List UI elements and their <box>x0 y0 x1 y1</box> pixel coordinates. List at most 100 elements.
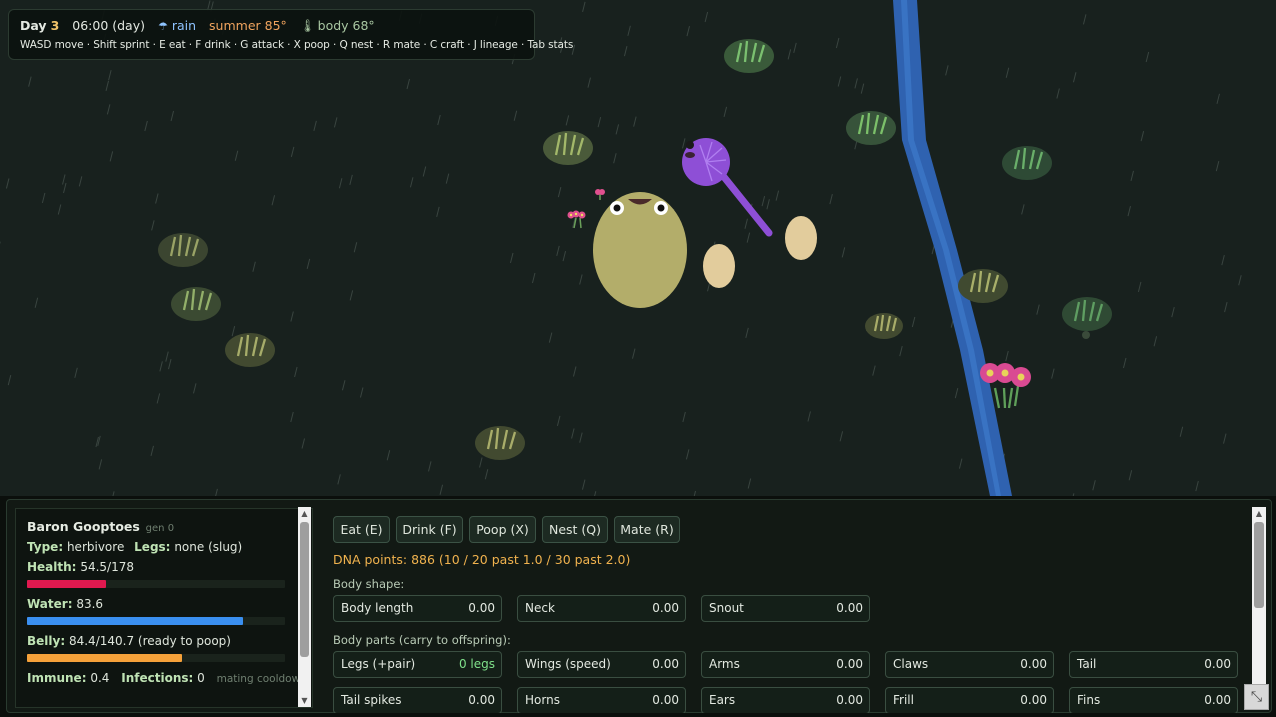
poop-button[interactable]: Poop (X) <box>469 516 536 543</box>
raindrop <box>565 115 570 126</box>
grass-tuft[interactable] <box>543 131 593 165</box>
trait-fins[interactable]: Fins 0.00 <box>1069 687 1238 714</box>
creature-name: Baron Gooptoes <box>27 519 140 534</box>
trait-horns[interactable]: Horns 0.00 <box>517 687 686 714</box>
egg[interactable] <box>703 244 735 288</box>
grass-tuft[interactable] <box>225 333 275 367</box>
raindrop <box>252 261 256 272</box>
grass-tuft[interactable] <box>958 269 1008 303</box>
drink-button[interactable]: Drink (F) <box>396 516 463 543</box>
flower-cluster[interactable] <box>595 189 605 200</box>
scroll-thumb[interactable] <box>300 522 309 657</box>
stats-panel[interactable]: Baron Gooptoes gen 0 Type: herbivore Leg… <box>15 508 313 708</box>
traits-scrollbar[interactable]: ▲ <box>1252 507 1266 707</box>
scroll-thumb[interactable] <box>1254 522 1264 608</box>
health-label: Health: <box>27 560 77 574</box>
resize-grip-icon[interactable]: ⤡ <box>1244 684 1269 710</box>
raindrop <box>633 116 637 127</box>
trait-value: 0.00 <box>1020 657 1047 671</box>
body-parts-heading: Body parts (carry to offspring): <box>333 633 511 647</box>
river <box>893 0 1012 496</box>
egg[interactable] <box>785 216 817 260</box>
raindrop <box>787 49 792 60</box>
trait-name: Frill <box>893 693 914 707</box>
belly-label: Belly: <box>27 634 66 648</box>
scroll-up-arrow-icon[interactable]: ▲ <box>298 507 311 520</box>
grass-tuft[interactable] <box>171 287 221 321</box>
type-value: herbivore <box>66 540 125 554</box>
grass-tuft[interactable] <box>724 39 774 73</box>
raindrop <box>428 461 432 472</box>
raindrop <box>954 387 959 399</box>
trait-frill[interactable]: Frill 0.00 <box>885 687 1054 714</box>
flower-cluster[interactable] <box>567 210 586 229</box>
raindrop <box>615 124 620 135</box>
trait-neck[interactable]: Neck 0.00 <box>517 595 686 622</box>
raindrop <box>98 459 103 470</box>
player-creature[interactable] <box>593 192 687 308</box>
day-indicator: Day 3 <box>20 18 59 33</box>
grass-tuft[interactable] <box>846 111 896 145</box>
weather-text: rain <box>171 18 197 33</box>
game-world[interactable] <box>0 0 1276 496</box>
raindrop <box>445 173 450 184</box>
raindrop <box>109 151 114 162</box>
raindrop <box>1221 255 1225 266</box>
grass-tuft[interactable] <box>158 233 208 267</box>
weather-indicator: ☂ rain <box>158 18 196 33</box>
raindrop <box>57 204 62 215</box>
trait-name: Horns <box>525 693 560 707</box>
raindrop <box>686 25 690 37</box>
scroll-down-arrow-icon[interactable]: ▼ <box>298 694 311 707</box>
controls-help: WASD move · Shift sprint · E eat · F dri… <box>20 39 574 51</box>
raindrop <box>747 478 752 489</box>
scroll-up-arrow-icon[interactable]: ▲ <box>1252 507 1266 520</box>
raindrop <box>872 365 876 376</box>
trait-name: Tail spikes <box>341 693 402 707</box>
raindrop <box>74 367 78 378</box>
trait-claws[interactable]: Claws 0.00 <box>885 651 1054 678</box>
raindrop <box>1171 307 1175 318</box>
raindrop <box>631 348 636 359</box>
raindrop <box>479 457 483 468</box>
raindrop <box>1021 204 1025 215</box>
stats-scrollbar[interactable]: ▲ ▼ <box>298 507 311 707</box>
water-bar <box>27 617 285 625</box>
grass-tuft[interactable] <box>865 313 903 339</box>
grass-tuft[interactable] <box>1062 297 1112 339</box>
trait-ears[interactable]: Ears 0.00 <box>701 687 870 714</box>
raindrop <box>1127 206 1131 217</box>
raindrop <box>234 150 239 161</box>
grass-tuft[interactable] <box>1002 146 1052 180</box>
raindrop <box>745 327 749 338</box>
raindrop <box>613 153 617 164</box>
trait-arms[interactable]: Arms 0.00 <box>701 651 870 678</box>
trait-value: 0.00 <box>468 601 495 615</box>
trait-wings[interactable]: Wings (speed) 0.00 <box>517 651 686 678</box>
eat-button[interactable]: Eat (E) <box>333 516 390 543</box>
raindrop <box>7 374 12 386</box>
grass-tuft[interactable] <box>475 426 525 460</box>
trait-body-length[interactable]: Body length 0.00 <box>333 595 502 622</box>
thermometer-icon: 🌡 <box>299 18 316 33</box>
body-shape-heading: Body shape: <box>333 577 405 591</box>
trait-tail-spikes[interactable]: Tail spikes 0.00 <box>333 687 502 714</box>
belly-line: Belly: 84.4/140.7 (ready to poop) <box>27 634 312 648</box>
legs-value: none (slug) <box>174 540 243 554</box>
type-line: Type: herbivore Legs: none (slug) <box>27 540 312 554</box>
mate-button[interactable]: Mate (R) <box>614 516 680 543</box>
trait-value: 0 legs <box>458 657 495 671</box>
raindrop <box>62 174 66 185</box>
trait-legs[interactable]: Legs (+pair) 0 legs <box>333 651 502 678</box>
raindrop <box>349 174 353 186</box>
generation-label: gen 0 <box>145 523 175 534</box>
nest-button[interactable]: Nest (Q) <box>542 516 608 543</box>
rival-creature[interactable] <box>682 138 773 237</box>
trait-snout[interactable]: Snout 0.00 <box>701 595 870 622</box>
trait-name: Wings (speed) <box>525 657 611 671</box>
raindrop <box>192 383 197 394</box>
trait-value: 0.00 <box>836 657 863 671</box>
raindrop <box>1005 350 1009 362</box>
trait-tail[interactable]: Tail 0.00 <box>1069 651 1238 678</box>
raindrop <box>63 182 67 194</box>
